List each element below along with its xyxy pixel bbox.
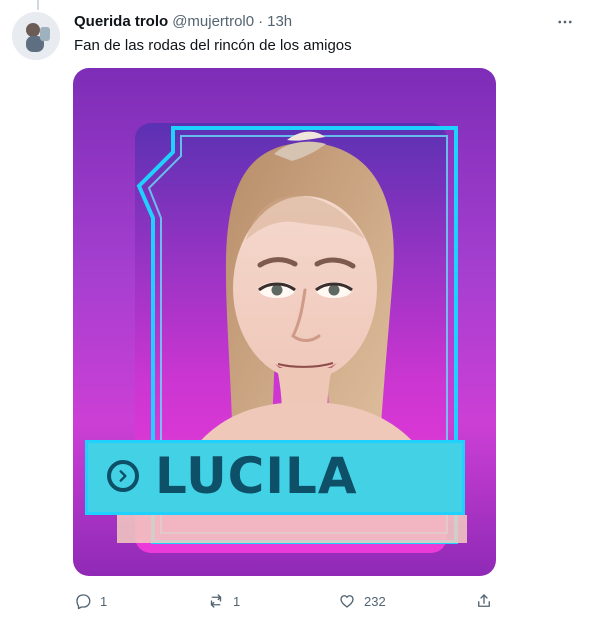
tweet-actions: 1 1 232 [74,590,497,612]
separator-dot: · [258,13,264,30]
more-icon[interactable] [555,12,575,32]
tweet-header: Querida trolo @mujertrol0 · 13h [74,12,292,32]
name-plate: LUCILA [85,440,465,515]
share-action[interactable] [475,590,493,612]
name-plate-accent [117,515,467,543]
tweet-text: Fan de las rodas del rincón de los amigo… [74,37,352,54]
like-icon [340,595,354,608]
reply-action[interactable]: 1 [74,590,107,612]
chevron-right-icon [107,460,139,492]
retweet-icon [210,594,222,608]
retweet-count: 1 [233,593,241,609]
reply-icon [76,594,91,610]
reply-count: 1 [100,593,108,609]
retweet-action[interactable]: 1 [207,590,240,612]
author-handle[interactable]: @mujertrol0 [172,12,254,32]
tweet-media[interactable]: LUCILA [73,68,496,576]
contestant-name: LUCILA [155,447,358,505]
share-icon [478,594,490,607]
like-count: 232 [364,593,386,609]
tweet-time[interactable]: 13h [267,12,292,32]
author-name[interactable]: Querida trolo [74,12,168,32]
thread-line [37,0,39,10]
media-background: LUCILA [73,68,496,576]
avatar[interactable] [12,12,60,60]
tweet-card[interactable]: Querida trolo @mujertrol0 · 13h Fan de l… [0,0,593,623]
like-action[interactable]: 232 [338,590,386,612]
